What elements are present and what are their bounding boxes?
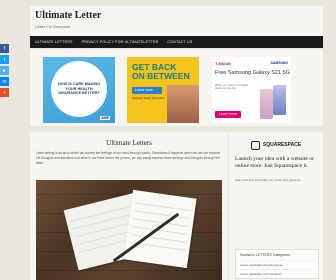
sidebar: SQUARESPACE Launch your idea with a webs… (229, 132, 323, 280)
nav-item-contact-us[interactable]: CONTACT US (167, 40, 192, 44)
main-content: Ultimate Letters Letter writing is an ar… (30, 132, 228, 280)
site-tagline: Letter For Everyone (35, 24, 71, 29)
samsung-logo: SAMSUNG (270, 61, 288, 65)
ad-tmobile-headline: Free Samsung Galaxy S21 5G (215, 70, 290, 76)
squarespace-ad-sub: Start your free trial today. No credit c… (235, 178, 301, 182)
squarespace-ad-headline[interactable]: Launch your idea with a website or onlin… (235, 156, 319, 169)
ad-get-back-button[interactable]: Learn more (132, 87, 162, 94)
phone-front-image (273, 85, 286, 115)
post-title[interactable]: Ultimate Letters (30, 139, 228, 147)
galaxy-phones-image (258, 83, 288, 121)
telegram-share-icon[interactable]: ► (0, 66, 9, 75)
ad-health-insurance[interactable]: HOW IS CARE MAKING YOUR HEALTH INSURANCE… (43, 57, 115, 123)
ad-tmobile-cta-label: Learn more (219, 112, 237, 117)
facebook-share-icon[interactable]: f (0, 44, 9, 53)
ad-get-back-line2: ON BETWEEN (132, 71, 190, 81)
phone-back-image (260, 89, 273, 119)
site-header: Ultimate Letter Letter For Everyone (30, 6, 323, 36)
post-excerpt: Letter writing is an art in which we con… (36, 151, 221, 165)
ad-get-back-on[interactable]: GET BACK ON BETWEEN Learn more Important… (127, 57, 199, 123)
messenger-share-icon[interactable]: m (0, 77, 9, 86)
ad-health-brand: AHIP (100, 116, 110, 120)
ad-get-back-photo (167, 85, 199, 123)
post-featured-image (36, 180, 222, 280)
categories-widget-title: SocilaOu LETTERS Categories (240, 253, 291, 257)
ad-tmobile-cta[interactable]: Learn more (215, 111, 241, 118)
twitter-share-icon[interactable]: t (0, 55, 9, 64)
ad-get-back-button-label: Learn more (135, 88, 153, 92)
ad-health-circle: HOW IS CARE MAKING YOUR HEALTH INSURANCE… (51, 61, 107, 117)
main-nav: ULTIMATE LETTERS PRIVACY POLICY FOR ULTI… (30, 36, 323, 48)
site-title[interactable]: Ultimate Letter (35, 10, 101, 21)
nav-item-privacy-policy[interactable]: PRIVACY POLICY FOR ULTIMATELETTER (82, 40, 159, 44)
ad-tmobile-sub: When you trade in an eligible device on … (215, 84, 249, 91)
ad-health-headline: HOW IS CARE MAKING YOUR HEALTH INSURANCE… (57, 81, 101, 96)
squarespace-logo-text: SQUARESPACE (262, 142, 302, 148)
ad-get-back-sub: Important Safety Information (132, 97, 165, 100)
squarespace-ad-logo[interactable]: SQUARESPACE (232, 138, 320, 152)
category-link[interactable]: Leave Application For Employee (240, 263, 283, 267)
more-share-icon[interactable]: + (0, 88, 9, 97)
page: Ultimate Letter Letter For Everyone ULTI… (0, 0, 336, 280)
category-link[interactable]: Leave Application For Students (240, 272, 282, 276)
tmobile-logo: T-Mobile (215, 61, 232, 66)
squarespace-icon (250, 140, 260, 150)
ad-banner-row: HOW IS CARE MAKING YOUR HEALTH INSURANCE… (30, 49, 323, 126)
nav-item-ultimate-letters[interactable]: ULTIMATE LETTERS (35, 40, 73, 44)
categories-widget: SocilaOu LETTERS Categories Leave Applic… (235, 249, 319, 279)
ad-tmobile-samsung[interactable]: T-Mobile SAMSUNG Free Samsung Galaxy S21… (212, 57, 291, 123)
